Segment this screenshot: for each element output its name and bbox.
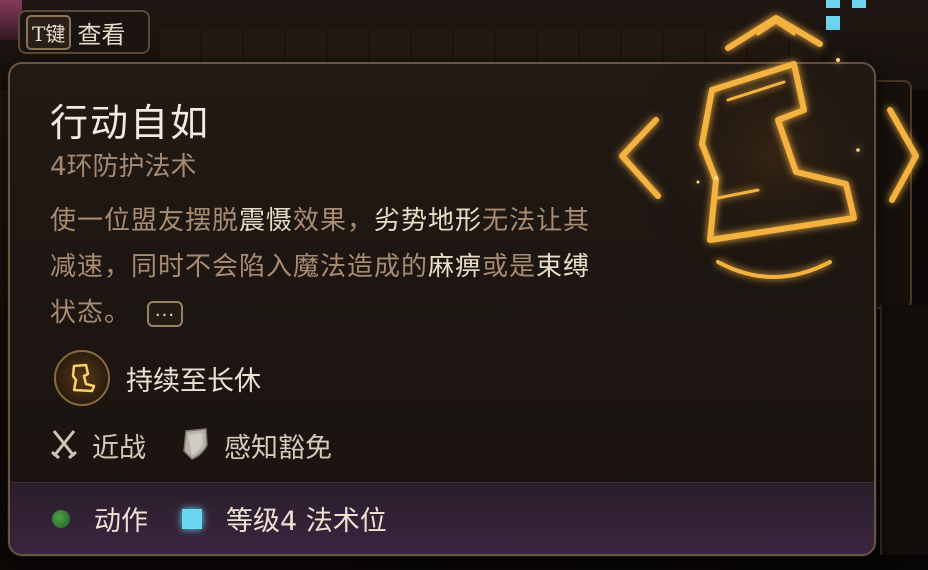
desc-keyword-restrained[interactable]: 束缚: [536, 252, 590, 282]
spell-properties: 近战 感知豁免: [50, 426, 366, 465]
desc-keyword-paralysed[interactable]: 麻痹: [428, 252, 482, 282]
desc-keyword-difficult-terrain[interactable]: 劣势地形: [374, 206, 482, 236]
boot-icon: [54, 350, 110, 406]
spell-level-school: 4环防护法术: [50, 152, 197, 182]
spell-name: 行动自如: [50, 101, 211, 145]
cost-spell-slot-label: 等级4 法术位: [226, 506, 387, 537]
tag-saving-throw: 感知豁免: [180, 426, 332, 465]
cost-action-label: 动作: [94, 506, 148, 537]
desc-text: 效果，: [293, 206, 375, 236]
action-dot-icon: [52, 509, 70, 528]
freedom-of-movement-art: [608, 0, 928, 310]
background-frame: [880, 305, 928, 555]
desc-text: 使一位盟友摆脱: [50, 206, 240, 236]
tag-label: 感知豁免: [224, 433, 332, 464]
tag-label: 近战: [92, 433, 146, 464]
duration-row: 持续至长休: [54, 350, 261, 406]
crossed-swords-icon: [50, 428, 78, 464]
desc-keyword-stunned[interactable]: 震慑: [239, 206, 293, 236]
shield-icon: [180, 427, 210, 465]
spell-slot-icon: [182, 508, 202, 529]
inspect-hint-label: 查看: [77, 20, 126, 49]
game-screen: T键 查看 行动自如 4环防护法术 使一位盟友摆脱震慑效果，劣势地形无法让其减速…: [0, 0, 928, 570]
inspect-hint[interactable]: T键 查看: [18, 10, 150, 54]
keybind-key: T键: [26, 14, 72, 50]
desc-text: 或是: [482, 252, 537, 282]
cost-bar: 动作 等级4 法术位: [10, 482, 874, 554]
desc-text: 状态。: [50, 298, 132, 328]
duration-label: 持续至长休: [126, 365, 261, 397]
spell-description: 使一位盟友摆脱震慑效果，劣势地形无法让其减速，同时不会陷入魔法造成的麻痹或是束缚…: [50, 198, 610, 336]
tag-melee: 近战: [50, 426, 146, 465]
more-info-button[interactable]: ...: [147, 300, 184, 327]
